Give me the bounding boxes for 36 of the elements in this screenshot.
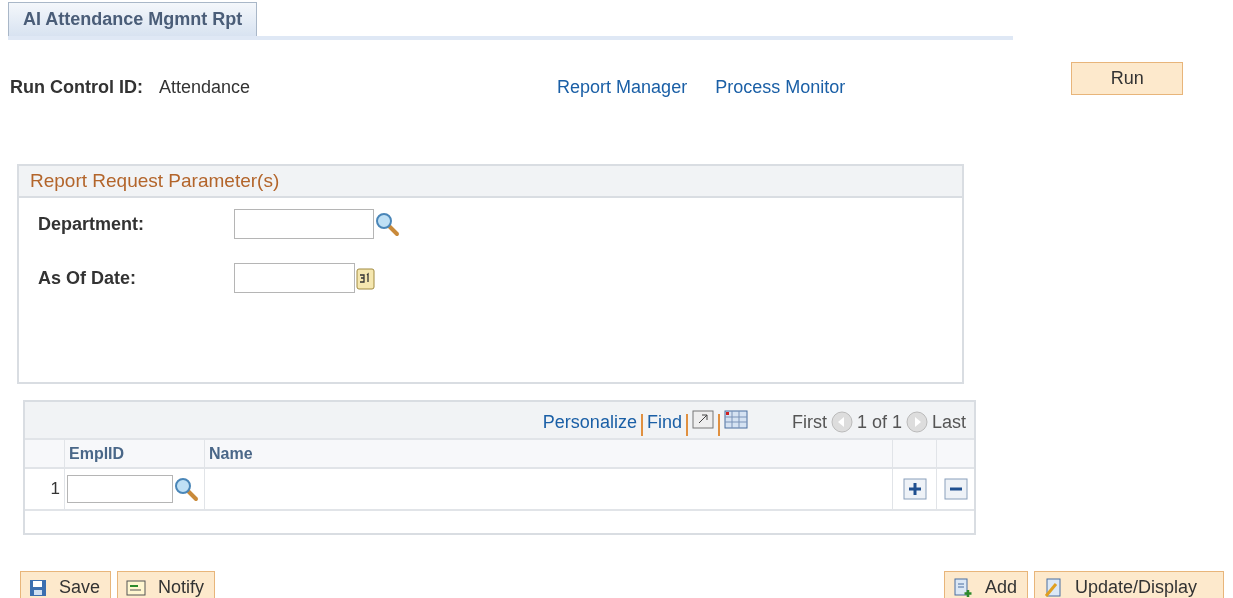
column-header: Name — [209, 443, 253, 464]
action-button[interactable]: Save — [20, 571, 112, 598]
spreadsheet-icon[interactable] — [723, 410, 748, 430]
add-document-icon — [952, 577, 973, 598]
action-button[interactable]: Notify — [117, 571, 216, 598]
new-window-icon[interactable] — [691, 410, 714, 430]
row-count: 1 of 1 — [856, 411, 902, 434]
last-label: Last — [931, 411, 966, 434]
search-icon[interactable] — [374, 211, 400, 237]
action-button[interactable]: Add — [943, 571, 1028, 598]
page-tab[interactable]: AI Attendance Mgmnt Rpt — [8, 2, 258, 36]
field-label: Department: — [38, 212, 145, 236]
page-link[interactable]: Process Monitor — [715, 74, 846, 101]
first-label: First — [791, 411, 827, 434]
add-row-icon[interactable] — [902, 478, 927, 500]
run-control-label: Run Control ID: — [10, 76, 143, 99]
column-header: EmplID — [69, 443, 125, 464]
find-link[interactable]: Find — [646, 409, 682, 436]
input-field[interactable] — [67, 475, 173, 503]
search-icon[interactable] — [173, 476, 199, 502]
row-number: 1 — [50, 478, 60, 501]
calendar-icon[interactable] — [355, 265, 377, 291]
note-icon — [126, 578, 147, 597]
previous-icon[interactable] — [830, 411, 853, 433]
input-field[interactable] — [234, 209, 374, 239]
personalize-link[interactable]: Personalize — [542, 409, 637, 436]
next-icon[interactable] — [905, 411, 928, 433]
page-link[interactable]: Report Manager — [557, 74, 688, 101]
run-button[interactable]: Run — [1071, 62, 1184, 95]
action-button[interactable]: Update/Display — [1033, 571, 1224, 598]
delete-row-icon[interactable] — [943, 478, 968, 500]
run-control-value: Attendance — [159, 76, 251, 99]
field-label: As Of Date: — [38, 266, 137, 290]
edit-document-icon — [1042, 577, 1063, 598]
input-field[interactable] — [234, 263, 355, 293]
panel-title: Report Request Parameter(s) — [30, 168, 280, 193]
